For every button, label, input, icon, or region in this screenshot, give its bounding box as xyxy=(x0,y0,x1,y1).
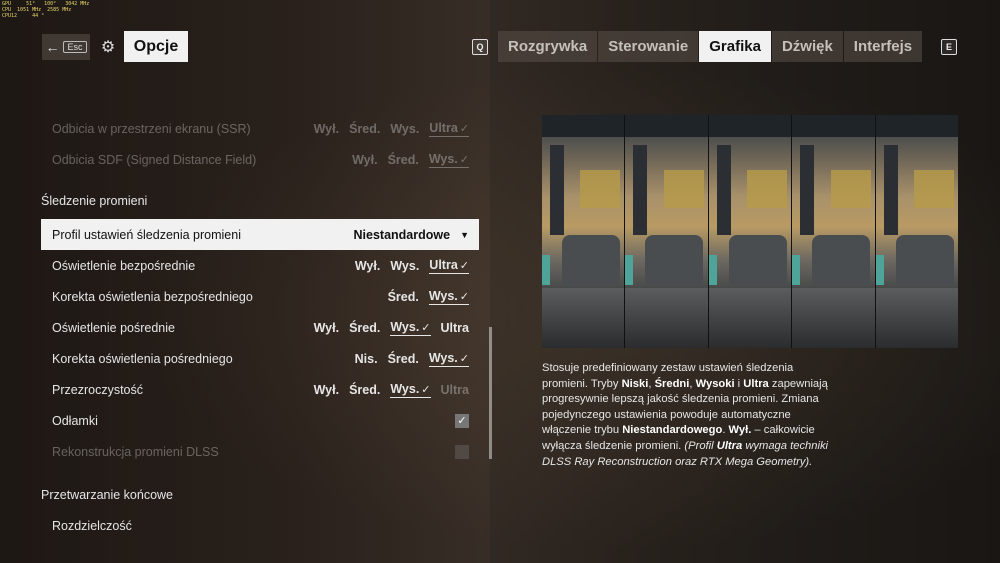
option-disabled: Ultra xyxy=(440,382,469,397)
option-group: Nis. Śred. Wys. xyxy=(355,351,469,367)
dropdown-value: Niestandardowe xyxy=(353,227,451,242)
option[interactable]: Śred. xyxy=(349,122,380,136)
desc-text: (Profil xyxy=(684,439,717,452)
option-selected[interactable]: Wys. xyxy=(428,289,469,305)
setting-label: Odłamki xyxy=(52,413,98,428)
setting-row-sdf[interactable]: Odbicia SDF (Signed Distance Field) Wył.… xyxy=(41,144,479,175)
desc-bold: Niestandardowego xyxy=(622,424,723,437)
setting-row-dlss-ray-reconstruction: Rekonstrukcja promieni DLSS xyxy=(41,436,479,467)
setting-row-direct-lighting-denoise[interactable]: Korekta oświetlenia bezpośredniego Śred.… xyxy=(41,281,479,312)
option-selected[interactable]: Wys. xyxy=(390,320,431,336)
option-selected[interactable]: Wys. xyxy=(390,382,431,398)
preview-slice xyxy=(792,115,875,348)
tab-graphics[interactable]: Grafika xyxy=(699,31,771,62)
gear-icon[interactable]: ⚙ xyxy=(96,34,120,60)
tab-bar: Rozgrywka Sterowanie Grafika Dźwięk Inte… xyxy=(498,31,923,62)
tab-gameplay[interactable]: Rozgrywka xyxy=(498,31,598,62)
desc-bold: Niski xyxy=(621,377,649,390)
setting-description: Stosuje predefiniowany zestaw ustawień ś… xyxy=(542,361,842,470)
tab-audio[interactable]: Dźwięk xyxy=(771,31,843,62)
desc-bold: Wył. xyxy=(728,424,752,437)
desc-bold: Ultra xyxy=(716,439,743,452)
preview-slice xyxy=(625,115,708,348)
setting-row-debris[interactable]: Odłamki ✓ xyxy=(41,405,479,436)
option-selected[interactable]: Ultra xyxy=(429,121,469,137)
setting-row-indirect-lighting[interactable]: Oświetlenie pośrednie Wył. Śred. Wys. Ul… xyxy=(41,312,479,343)
performance-overlay: GPU 51° 100° 3042 MHz CPU 1051 MHz 2585 M… xyxy=(2,1,89,19)
tab-interface[interactable]: Interfejs xyxy=(843,31,923,62)
debris-checkbox[interactable]: ✓ xyxy=(455,413,469,428)
option-selected[interactable]: Wys. xyxy=(428,351,469,367)
setting-label: Oświetlenie pośrednie xyxy=(52,320,175,335)
option[interactable]: Śred. xyxy=(349,383,380,397)
setting-label: Profil ustawień śledzenia promieni xyxy=(52,227,241,242)
setting-label: Korekta oświetlenia bezpośredniego xyxy=(52,289,253,304)
dropdown[interactable]: Niestandardowe ▼ xyxy=(354,228,469,242)
option[interactable]: Śred. xyxy=(388,153,419,167)
back-button[interactable]: ← Esc xyxy=(42,34,90,60)
setting-row-ssr[interactable]: Odbicia w przestrzeni ekranu (SSR) Wył. … xyxy=(41,113,479,144)
setting-label: Przezroczystość xyxy=(52,382,143,397)
setting-row-resolution[interactable]: Rozdzielczość xyxy=(41,510,479,541)
option-selected[interactable]: Ultra xyxy=(429,258,469,274)
option[interactable]: Wył. xyxy=(352,153,377,167)
preview-slice xyxy=(875,115,959,348)
option[interactable]: Wył. xyxy=(355,259,380,273)
setting-label: Odbicia w przestrzeni ekranu (SSR) xyxy=(52,121,251,136)
section-heading-post-processing: Przetwarzanie końcowe xyxy=(41,488,174,502)
option-group: Wył. Wys. Ultra xyxy=(355,258,469,274)
tab-next-key-hint[interactable]: E xyxy=(941,39,957,55)
option[interactable]: Nis. xyxy=(355,352,378,366)
page-title: Opcje xyxy=(124,31,188,62)
perf-line: CPU12 44 ° xyxy=(2,13,45,19)
setting-row-rt-profile[interactable]: Profil ustawień śledzenia promieni Niest… xyxy=(41,219,479,250)
option[interactable]: Wył. xyxy=(314,122,339,136)
setting-label: Oświetlenie bezpośrednie xyxy=(52,258,196,273)
option[interactable]: Śred. xyxy=(349,321,380,335)
desc-bold: Ultra xyxy=(743,377,769,390)
option[interactable]: Śred. xyxy=(388,352,419,366)
scrollbar[interactable] xyxy=(489,327,492,459)
dlss-checkbox xyxy=(455,444,469,459)
option-group: Śred. Wys. xyxy=(388,289,469,305)
option[interactable]: Wył. xyxy=(314,383,339,397)
check-icon: ✓ xyxy=(457,415,467,427)
option-selected[interactable]: Wys. xyxy=(428,152,469,168)
preview-slice xyxy=(542,115,625,348)
option[interactable]: Wys. xyxy=(390,259,419,273)
esc-key-hint: Esc xyxy=(63,41,87,53)
desc-bold: Średni xyxy=(654,377,690,390)
setting-label: Rozdzielczość xyxy=(52,518,132,533)
section-heading-ray-tracing: Śledzenie promieni xyxy=(41,194,148,208)
option[interactable]: Śred. xyxy=(388,290,419,304)
option-group: Wył. Śred. Wys. Ultra xyxy=(314,121,469,137)
caret-down-icon: ▼ xyxy=(460,229,469,240)
option[interactable]: Ultra xyxy=(441,321,469,335)
option-group: Wył. Śred. Wys. xyxy=(352,152,469,168)
tab-controls[interactable]: Sterowanie xyxy=(598,31,699,62)
desc-bold: Wysoki xyxy=(695,377,735,390)
option-group: Wył. Śred. Wys. Ultra xyxy=(314,382,469,398)
preview-image xyxy=(542,115,959,348)
setting-label: Korekta oświetlenia pośredniego xyxy=(52,351,233,366)
setting-label: Odbicia SDF (Signed Distance Field) xyxy=(52,152,257,167)
desc-text: i xyxy=(734,377,744,390)
setting-row-transparency[interactable]: Przezroczystość Wył. Śred. Wys. Ultra xyxy=(41,374,479,405)
option-group: Wył. Śred. Wys. Ultra xyxy=(314,320,469,336)
setting-row-indirect-lighting-denoise[interactable]: Korekta oświetlenia pośredniego Nis. Śre… xyxy=(41,343,479,374)
option[interactable]: Wył. xyxy=(314,321,339,335)
setting-label: Rekonstrukcja promieni DLSS xyxy=(52,444,219,459)
option[interactable]: Wys. xyxy=(390,122,419,136)
setting-row-direct-lighting[interactable]: Oświetlenie bezpośrednie Wył. Wys. Ultra xyxy=(41,250,479,281)
tab-prev-key-hint[interactable]: Q xyxy=(472,39,488,55)
arrow-left-icon: ← xyxy=(45,39,60,55)
preview-slice xyxy=(708,115,792,348)
